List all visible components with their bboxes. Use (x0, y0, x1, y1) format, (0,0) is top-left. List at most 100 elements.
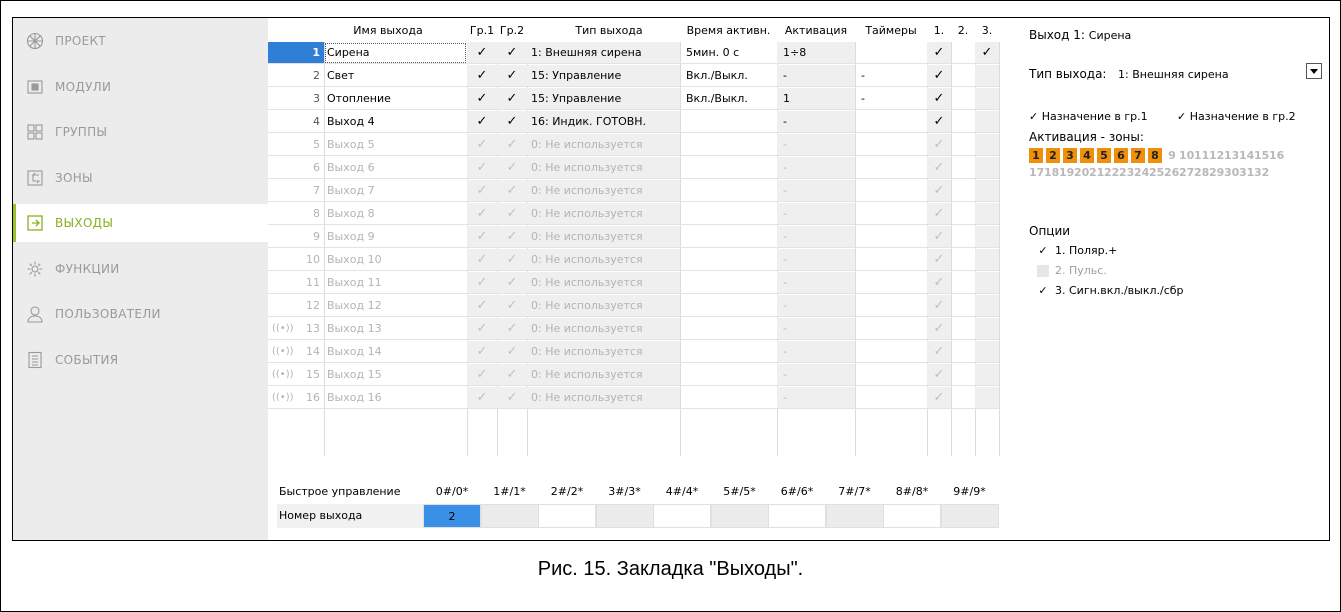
quick-output-cell[interactable] (710, 504, 769, 528)
output-name-cell[interactable]: Выход 8 (324, 203, 467, 225)
option-1-check[interactable]: ✓ (927, 387, 951, 409)
group-2-check[interactable]: ✓ (497, 226, 527, 248)
activation-cell[interactable]: - (777, 249, 855, 271)
activation-time-cell[interactable] (680, 295, 777, 317)
option-1-check[interactable]: ✓ (927, 318, 951, 340)
timers-cell[interactable] (855, 341, 927, 363)
zone-cell[interactable]: 30 (1224, 165, 1239, 180)
timers-cell[interactable] (855, 180, 927, 202)
activation-cell[interactable]: - (777, 226, 855, 248)
option-2-check[interactable] (951, 203, 975, 225)
zone-cell[interactable]: 31 (1239, 165, 1254, 180)
table-row[interactable]: 12 Выход 12 ✓ ✓ 0: Не используется - ✓ (268, 295, 1000, 318)
zone-cell[interactable]: 28 (1194, 165, 1209, 180)
timers-cell[interactable] (855, 364, 927, 386)
output-name-cell[interactable]: Отопление (324, 88, 467, 110)
option-3-check[interactable] (975, 157, 999, 179)
option-2-check[interactable] (951, 272, 975, 294)
timers-cell[interactable] (855, 295, 927, 317)
activation-cell[interactable]: - (777, 364, 855, 386)
option-1-check[interactable]: ✓ (927, 295, 951, 317)
zone-cell[interactable]: 18 (1044, 165, 1059, 180)
type-select[interactable]: 1: Внешняя сирена (1118, 68, 1318, 81)
col-header-name[interactable]: Имя выхода (328, 24, 448, 42)
sidebar-item-zones[interactable]: ЗОНЫ (13, 159, 268, 197)
option-3-check[interactable] (975, 134, 999, 156)
activation-cell[interactable]: 1÷8 (777, 42, 855, 64)
table-row[interactable]: 9 Выход 9 ✓ ✓ 0: Не используется - ✓ (268, 226, 1000, 249)
option-3-check[interactable] (975, 111, 999, 133)
option-1-check[interactable]: ✓ (927, 157, 951, 179)
group-1-check[interactable]: ✓ (467, 318, 497, 340)
timers-cell[interactable] (855, 226, 927, 248)
option-1-check[interactable]: ✓ (927, 226, 951, 248)
zone-cell[interactable]: 23 (1119, 165, 1134, 180)
output-type-cell[interactable]: 0: Не используется (527, 272, 680, 294)
output-name-cell[interactable]: Выход 7 (324, 180, 467, 202)
quick-output-cell[interactable]: 2 (423, 504, 481, 528)
activation-cell[interactable]: - (777, 341, 855, 363)
timers-cell[interactable] (855, 111, 927, 133)
group-1-check[interactable]: ✓ (467, 249, 497, 271)
option-1-check[interactable]: ✓ (927, 88, 951, 110)
zone-cell[interactable]: 3 (1063, 148, 1077, 163)
option-2-check[interactable] (951, 364, 975, 386)
table-row[interactable]: 11 Выход 11 ✓ ✓ 0: Не используется - ✓ (268, 272, 1000, 295)
assign-group1-checkbox[interactable]: ✓ Назначение в гр.1 (1029, 110, 1169, 123)
output-type-cell[interactable]: 0: Не используется (527, 180, 680, 202)
timers-cell[interactable] (855, 249, 927, 271)
col-header-timers[interactable]: Таймеры (855, 24, 927, 42)
group-2-check[interactable]: ✓ (497, 387, 527, 409)
zone-cell[interactable]: 13 (1224, 148, 1239, 163)
option-checkbox[interactable]: 2. Пульс. (1037, 262, 1297, 280)
option-3-check[interactable] (975, 295, 999, 317)
output-type-cell[interactable]: 0: Не используется (527, 226, 680, 248)
zone-cell[interactable]: 9 (1165, 148, 1179, 163)
table-row[interactable]: 6 Выход 6 ✓ ✓ 0: Не используется - ✓ (268, 157, 1000, 180)
option-2-check[interactable] (951, 42, 975, 64)
zone-cell[interactable]: 17 (1029, 165, 1044, 180)
output-type-cell[interactable]: 1: Внешняя сирена (527, 42, 680, 64)
output-type-cell[interactable]: 0: Не используется (527, 318, 680, 340)
group-2-check[interactable]: ✓ (497, 157, 527, 179)
zone-cell[interactable]: 7 (1131, 148, 1145, 163)
activation-time-cell[interactable] (680, 134, 777, 156)
zone-cell[interactable]: 27 (1179, 165, 1194, 180)
col-header-time[interactable]: Время активн. (680, 24, 777, 42)
table-row[interactable]: 5 Выход 5 ✓ ✓ 0: Не используется - ✓ (268, 134, 1000, 157)
option-3-check[interactable] (975, 272, 999, 294)
option-2-check[interactable] (951, 111, 975, 133)
output-name-cell[interactable]: Выход 15 (324, 364, 467, 386)
option-3-check[interactable] (975, 249, 999, 271)
activation-time-cell[interactable] (680, 111, 777, 133)
sidebar-item-groups[interactable]: ГРУППЫ (13, 113, 268, 151)
option-3-check[interactable] (975, 88, 999, 110)
output-name-cell[interactable]: Выход 12 (324, 295, 467, 317)
group-2-check[interactable]: ✓ (497, 295, 527, 317)
group-1-check[interactable]: ✓ (467, 272, 497, 294)
assign-group2-checkbox[interactable]: ✓ Назначение в гр.2 (1177, 110, 1327, 123)
option-2-check[interactable] (951, 180, 975, 202)
col-header-group2[interactable]: Гр.2 (497, 24, 527, 42)
output-type-cell[interactable]: 16: Индик. ГОТОВН. (527, 111, 680, 133)
output-name-cell[interactable]: Свет (324, 65, 467, 87)
output-type-cell[interactable]: 15: Управление (527, 88, 680, 110)
sidebar-item-project[interactable]: ПРОЕКТ (13, 22, 268, 60)
zone-cell[interactable]: 2 (1046, 148, 1060, 163)
activation-time-cell[interactable]: 5мин. 0 с (680, 42, 777, 64)
activation-time-cell[interactable] (680, 157, 777, 179)
option-3-check[interactable] (975, 318, 999, 340)
output-name-cell[interactable]: Выход 14 (324, 341, 467, 363)
group-2-check[interactable]: ✓ (497, 88, 527, 110)
zone-cell[interactable]: 5 (1097, 148, 1111, 163)
zone-cell[interactable]: 1 (1029, 148, 1043, 163)
timers-cell[interactable] (855, 203, 927, 225)
option-1-check[interactable]: ✓ (927, 65, 951, 87)
timers-cell[interactable] (855, 42, 927, 64)
option-1-check[interactable]: ✓ (927, 364, 951, 386)
option-1-check[interactable]: ✓ (927, 111, 951, 133)
quick-output-cell[interactable] (653, 504, 711, 528)
col-header-type[interactable]: Тип выхода (538, 24, 680, 42)
zone-cell[interactable]: 16 (1269, 148, 1284, 163)
table-row[interactable]: 2 Свет ✓ ✓ 15: Управление Вкл./Выкл. - - ✓ (268, 65, 1000, 88)
